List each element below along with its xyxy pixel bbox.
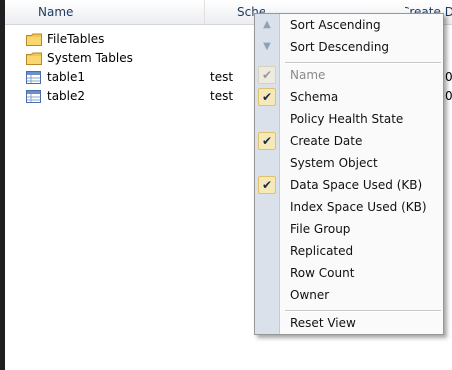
menu-item-label: Index Space Used (KB) (290, 200, 427, 214)
column-header-name-label: Name (38, 5, 74, 19)
list-item-label: table2 (47, 89, 86, 103)
list-item-schema: test (210, 89, 234, 103)
menu-item-data-space-used[interactable]: ✔ Data Space Used (KB) (255, 174, 443, 196)
menu-item-replicated[interactable]: Replicated (255, 240, 443, 262)
menu-item-label: Create Date (290, 134, 363, 148)
folder-icon (26, 52, 42, 65)
menu-item-owner[interactable]: Owner (255, 284, 443, 306)
table-icon (26, 71, 42, 84)
list-item-create-date: 0 (445, 70, 452, 84)
list-item-create-date: 0 (445, 89, 452, 103)
column-context-menu: ▲ Sort Ascending ▼ Sort Descending ✔ Nam… (254, 13, 444, 335)
menu-item-name: ✔ Name (255, 64, 443, 86)
menu-item-sort-descending[interactable]: ▼ Sort Descending (255, 36, 443, 58)
list-item-label: System Tables (47, 51, 133, 65)
list-item-schema: test (210, 70, 234, 84)
check-icon: ✔ (258, 132, 276, 150)
check-icon: ✔ (258, 176, 276, 194)
menu-item-label: File Group (290, 222, 351, 236)
menu-item-create-date[interactable]: ✔ Create Date (255, 130, 443, 152)
menu-item-label: Row Count (290, 266, 355, 280)
menu-item-sort-ascending[interactable]: ▲ Sort Ascending (255, 14, 443, 36)
menu-item-label: Replicated (290, 244, 354, 258)
menu-item-reset-view[interactable]: Reset View (255, 312, 443, 334)
check-icon: ✔ (258, 66, 276, 84)
column-header-name[interactable]: Name (5, 0, 205, 24)
menu-item-system-object[interactable]: System Object (255, 152, 443, 174)
menu-item-row-count[interactable]: Row Count (255, 262, 443, 284)
table-icon (26, 90, 42, 103)
menu-item-schema[interactable]: ✔ Schema (255, 86, 443, 108)
menu-item-policy-health-state[interactable]: Policy Health State (255, 108, 443, 130)
sort-descending-icon: ▼ (263, 41, 271, 52)
menu-item-label: Policy Health State (290, 112, 404, 126)
menu-item-label: Sort Descending (290, 40, 390, 54)
list-item-label: FileTables (47, 32, 105, 46)
menu-item-label: System Object (290, 156, 378, 170)
menu-item-file-group[interactable]: File Group (255, 218, 443, 240)
menu-item-label: Reset View (290, 316, 356, 330)
menu-item-label: Name (290, 68, 326, 82)
menu-item-label: Sort Ascending (290, 18, 381, 32)
folder-icon (26, 33, 42, 46)
menu-item-label: Schema (290, 90, 339, 104)
menu-item-index-space-used[interactable]: Index Space Used (KB) (255, 196, 443, 218)
menu-item-label: Data Space Used (KB) (290, 178, 423, 192)
list-item-label: table1 (47, 70, 86, 84)
menu-item-label: Owner (290, 288, 330, 302)
check-icon: ✔ (258, 88, 276, 106)
sort-ascending-icon: ▲ (263, 19, 271, 30)
